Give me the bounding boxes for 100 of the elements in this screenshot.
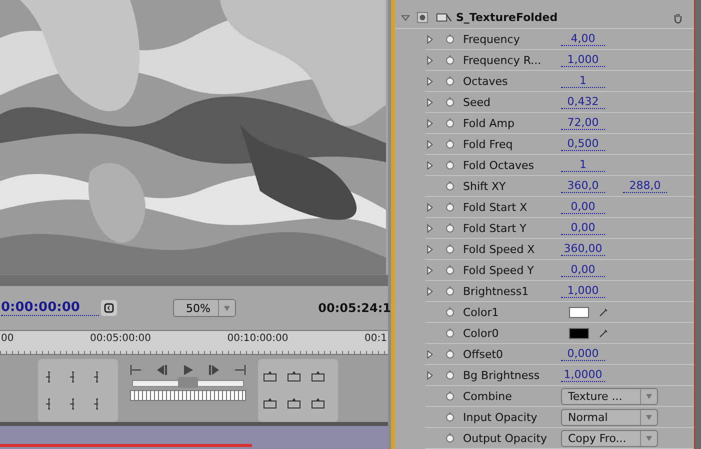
edit-icon[interactable] <box>310 370 326 384</box>
property-value[interactable]: 4,00 <box>561 32 605 46</box>
property-row[interactable]: Shift XY 360,0 288,0 <box>425 176 694 197</box>
stopwatch-icon[interactable] <box>445 76 455 86</box>
stopwatch-icon[interactable] <box>445 55 455 65</box>
jog-wheel[interactable] <box>130 390 246 402</box>
property-value[interactable]: 0,500 <box>561 138 605 150</box>
collapse-triangle-icon[interactable] <box>425 266 434 274</box>
shuttle-slider[interactable] <box>132 380 244 388</box>
current-timecode[interactable]: 0:00:00:00 <box>1 300 99 316</box>
collapse-triangle-icon[interactable] <box>425 118 434 128</box>
stopwatch-icon[interactable] <box>445 160 455 170</box>
property-row[interactable]: Frequency 4,00 <box>425 29 694 50</box>
property-row[interactable]: Fold Speed X 360,00 <box>425 239 694 260</box>
collapse-triangle-icon[interactable] <box>425 140 434 148</box>
property-row[interactable]: Seed 0,432 <box>425 92 694 113</box>
stopwatch-icon[interactable] <box>445 118 455 128</box>
property-row[interactable]: Fold Speed Y 0,00 <box>425 260 694 281</box>
property-row[interactable]: Input Opacity Normal <box>425 407 694 428</box>
timeline-track[interactable] <box>0 422 388 449</box>
property-value[interactable]: 72,00 <box>561 116 605 130</box>
property-row[interactable]: Frequency R... 1,000 <box>425 50 694 71</box>
stopwatch-icon[interactable] <box>445 391 455 401</box>
collapse-triangle-icon[interactable] <box>425 286 434 296</box>
stopwatch-icon[interactable] <box>445 265 455 275</box>
property-name: Color1 <box>463 306 500 318</box>
property-value[interactable]: 360,00 <box>561 242 605 256</box>
property-row[interactable]: Fold Freq 0,500 <box>425 134 694 155</box>
property-row[interactable]: Fold Octaves 1 <box>425 155 694 176</box>
expand-triangle-icon[interactable] <box>401 13 410 22</box>
eyedropper-icon[interactable] <box>599 307 609 317</box>
property-row[interactable]: Octaves 1 <box>425 71 694 92</box>
property-name: Frequency <box>463 32 521 46</box>
stopwatch-icon[interactable] <box>445 202 455 212</box>
collapse-triangle-icon[interactable] <box>425 202 434 212</box>
collapse-triangle-icon[interactable] <box>425 76 434 86</box>
collapse-triangle-icon[interactable] <box>425 34 434 44</box>
property-name: Offset0 <box>463 348 504 360</box>
property-row[interactable]: Fold Start X 0,00 <box>425 197 694 218</box>
stopwatch-icon[interactable] <box>445 286 455 296</box>
step-end-icon[interactable] <box>232 363 248 378</box>
stopwatch-icon[interactable] <box>445 223 455 233</box>
property-row[interactable]: Bg Brightness 1,0000 <box>425 365 694 386</box>
time-ruler[interactable]: 00 00:05:00:00 00:10:00:00 00:1 <box>0 331 388 356</box>
edit-icon[interactable] <box>262 397 278 412</box>
collapse-triangle-icon[interactable] <box>425 98 434 106</box>
collapse-triangle-icon[interactable] <box>425 160 434 170</box>
edit-icon[interactable] <box>286 397 302 412</box>
step-start-icon[interactable] <box>128 363 144 378</box>
collapse-triangle-icon[interactable] <box>425 56 434 64</box>
property-value[interactable]: 0,00 <box>561 222 605 234</box>
stopwatch-icon[interactable] <box>445 349 455 359</box>
property-row[interactable]: Brightness1 1,000 <box>425 281 694 302</box>
property-value[interactable]: 1,000 <box>561 284 605 298</box>
color-swatch[interactable] <box>569 328 589 338</box>
effect-toggle-icon[interactable] <box>417 12 428 23</box>
property-name: Fold Octaves <box>463 158 535 172</box>
edit-icon[interactable] <box>262 370 278 384</box>
property-value[interactable]: 0,00 <box>561 200 605 214</box>
property-dropdown[interactable]: Copy Fro... <box>561 430 658 446</box>
property-value[interactable]: 0,000 <box>561 348 605 360</box>
collapse-triangle-icon[interactable] <box>425 224 434 232</box>
stopwatch-icon[interactable] <box>445 97 455 107</box>
stopwatch-icon[interactable] <box>445 244 455 254</box>
property-value[interactable]: 1,0000 <box>561 368 605 382</box>
stopwatch-icon[interactable] <box>445 34 455 44</box>
property-value[interactable]: 1 <box>561 74 605 88</box>
stopwatch-icon[interactable] <box>445 328 455 338</box>
property-value[interactable]: 1,000 <box>561 54 605 66</box>
collapse-triangle-icon[interactable] <box>425 244 434 254</box>
property-dropdown[interactable]: Texture ... <box>561 388 658 404</box>
property-dropdown[interactable]: Normal <box>561 408 658 426</box>
property-row[interactable]: Fold Start Y 0,00 <box>425 218 694 239</box>
stopwatch-icon[interactable] <box>445 412 455 422</box>
property-name: Shift XY <box>463 180 507 192</box>
property-row[interactable]: Output Opacity Copy Fro... <box>425 428 694 449</box>
property-row[interactable]: Color1 <box>425 302 694 323</box>
stopwatch-icon[interactable] <box>445 307 455 317</box>
property-value[interactable]: 288,0 <box>623 180 667 192</box>
property-value[interactable]: 1 <box>561 158 605 172</box>
eyedropper-icon[interactable] <box>599 328 609 338</box>
stopwatch-icon[interactable] <box>445 370 455 380</box>
zoom-dropdown[interactable]: 50% <box>173 299 236 318</box>
collapse-triangle-icon[interactable] <box>425 370 434 380</box>
color-swatch[interactable] <box>569 306 589 318</box>
property-row[interactable]: Offset0 0,000 <box>425 344 694 365</box>
hand-icon[interactable] <box>672 12 684 24</box>
edit-icon[interactable] <box>310 397 326 412</box>
property-row[interactable]: Combine Texture ... <box>425 386 694 407</box>
property-value[interactable]: 0,432 <box>561 96 605 108</box>
safe-margins-button[interactable] <box>101 300 117 316</box>
collapse-triangle-icon[interactable] <box>425 350 434 358</box>
property-value[interactable]: 360,0 <box>561 180 605 192</box>
property-value[interactable]: 0,00 <box>561 264 605 276</box>
property-row[interactable]: Fold Amp 72,00 <box>425 113 694 134</box>
edit-icon[interactable] <box>286 370 302 384</box>
property-row[interactable]: Color0 <box>425 323 694 344</box>
stopwatch-icon[interactable] <box>445 433 455 443</box>
stopwatch-icon[interactable] <box>445 139 455 149</box>
stopwatch-icon[interactable] <box>445 181 455 191</box>
